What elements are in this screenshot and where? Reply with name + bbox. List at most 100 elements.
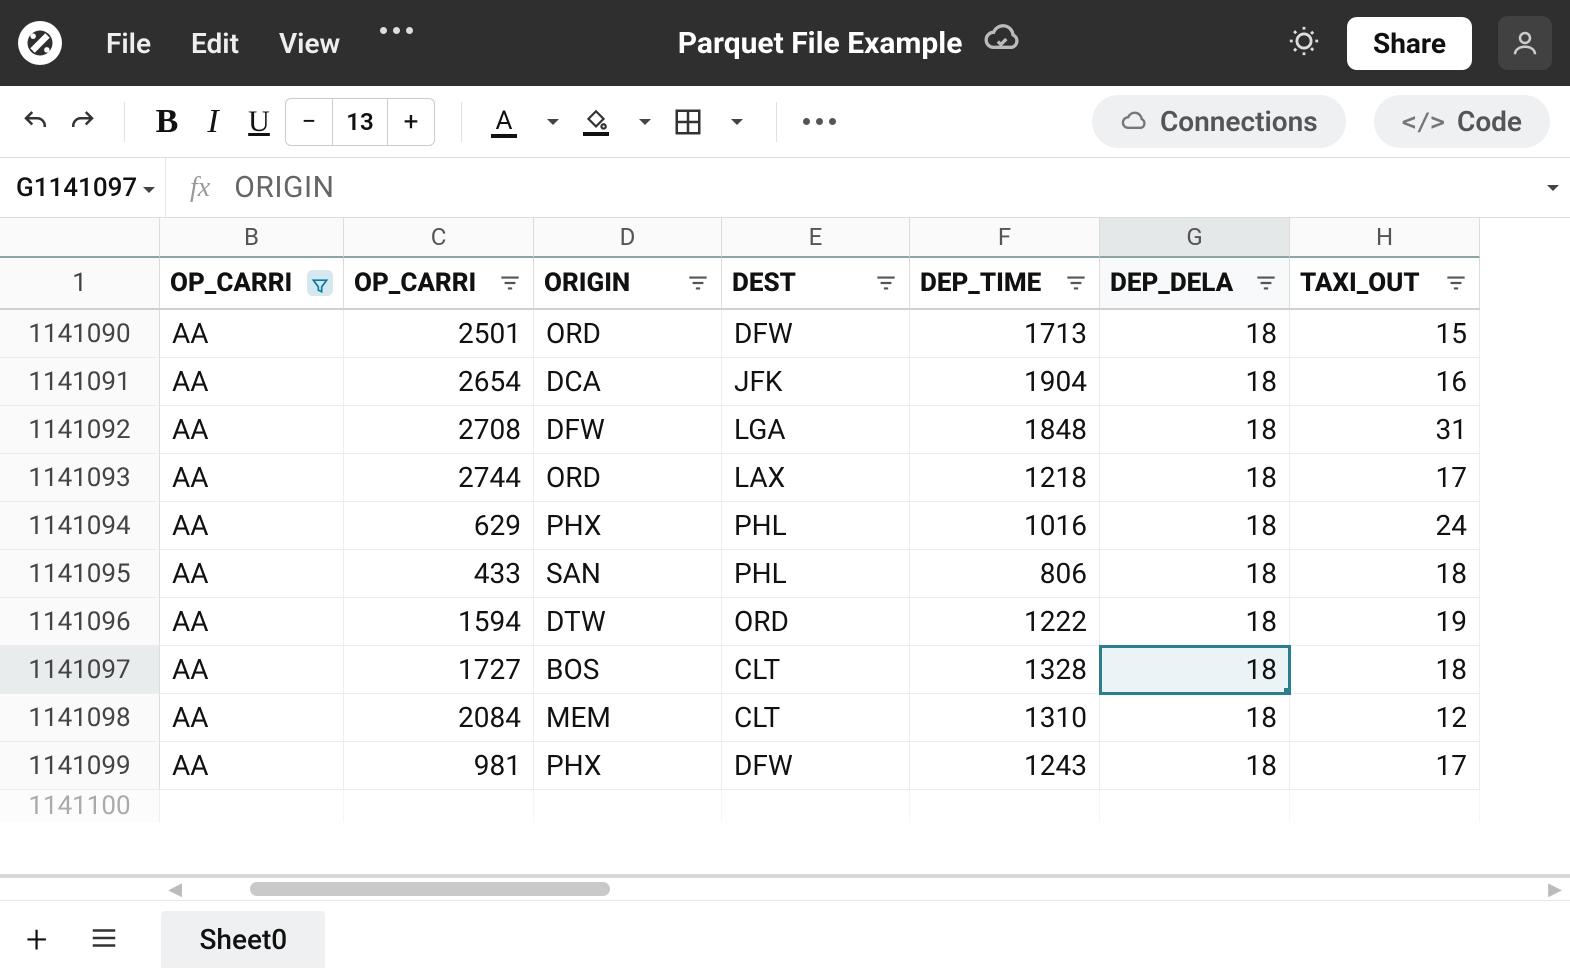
cell[interactable]: 17 bbox=[1290, 454, 1480, 502]
cell[interactable]: AA bbox=[160, 550, 344, 598]
row-header[interactable]: 1141098 bbox=[0, 694, 160, 742]
cell[interactable]: 19 bbox=[1290, 598, 1480, 646]
text-color-button[interactable]: A bbox=[488, 106, 520, 138]
cell[interactable]: 1848 bbox=[910, 406, 1100, 454]
cell[interactable]: AA bbox=[160, 454, 344, 502]
add-sheet-button[interactable]: + bbox=[26, 918, 47, 962]
cell[interactable]: 16 bbox=[1290, 358, 1480, 406]
row-header[interactable]: 1141095 bbox=[0, 550, 160, 598]
cell[interactable]: 1243 bbox=[910, 742, 1100, 790]
cell[interactable]: AA bbox=[160, 406, 344, 454]
column-header-G[interactable]: G bbox=[1100, 218, 1290, 258]
cell[interactable]: AA bbox=[160, 502, 344, 550]
redo-button[interactable] bbox=[66, 106, 98, 138]
bold-button[interactable]: B bbox=[151, 106, 183, 138]
cell[interactable]: 18 bbox=[1100, 406, 1290, 454]
field-header-F[interactable]: DEP_TIME bbox=[910, 258, 1100, 310]
cell[interactable]: LAX bbox=[722, 454, 910, 502]
cell[interactable]: AA bbox=[160, 598, 344, 646]
row-header[interactable]: 1141091 bbox=[0, 358, 160, 406]
cell[interactable]: 18 bbox=[1100, 742, 1290, 790]
cell[interactable]: AA bbox=[160, 646, 344, 694]
cell[interactable]: 18 bbox=[1100, 454, 1290, 502]
share-button[interactable]: Share bbox=[1347, 17, 1472, 70]
cell[interactable]: 31 bbox=[1290, 406, 1480, 454]
cell[interactable]: 2654 bbox=[344, 358, 534, 406]
cell[interactable]: 18 bbox=[1100, 310, 1290, 358]
cell[interactable]: 1727 bbox=[344, 646, 534, 694]
row-header[interactable]: 1141096 bbox=[0, 598, 160, 646]
filter-icon[interactable] bbox=[1063, 270, 1089, 296]
menu-view[interactable]: View bbox=[279, 27, 340, 60]
text-color-dropdown[interactable] bbox=[534, 106, 566, 138]
row-header[interactable]: 1141094 bbox=[0, 502, 160, 550]
cell[interactable]: ORD bbox=[534, 310, 722, 358]
cell[interactable]: 15 bbox=[1290, 310, 1480, 358]
cell[interactable]: 1328 bbox=[910, 646, 1100, 694]
cell[interactable]: AA bbox=[160, 694, 344, 742]
account-button[interactable] bbox=[1498, 16, 1552, 70]
field-header-C[interactable]: OP_CARRI bbox=[344, 258, 534, 310]
row-header-1[interactable]: 1 bbox=[0, 258, 160, 310]
filter-icon[interactable] bbox=[497, 270, 523, 296]
cell[interactable]: 18 bbox=[1100, 694, 1290, 742]
field-header-D[interactable]: ORIGIN bbox=[534, 258, 722, 310]
formula-input[interactable]: ORIGIN bbox=[234, 170, 1530, 205]
column-header-C[interactable]: C bbox=[344, 218, 534, 258]
cell[interactable]: 1222 bbox=[910, 598, 1100, 646]
cell[interactable]: 17 bbox=[1290, 742, 1480, 790]
filter-active-icon[interactable] bbox=[307, 270, 333, 296]
cell[interactable]: CLT bbox=[722, 646, 910, 694]
app-logo[interactable] bbox=[18, 21, 62, 65]
all-sheets-button[interactable] bbox=[89, 923, 119, 957]
cell[interactable]: PHX bbox=[534, 742, 722, 790]
cell[interactable]: 2708 bbox=[344, 406, 534, 454]
cell[interactable] bbox=[1100, 790, 1290, 822]
menu-file[interactable]: File bbox=[106, 27, 151, 60]
cell[interactable]: MEM bbox=[534, 694, 722, 742]
row-header[interactable]: 1141092 bbox=[0, 406, 160, 454]
undo-button[interactable] bbox=[20, 106, 52, 138]
document-title[interactable]: Parquet File Example bbox=[678, 26, 963, 61]
cell[interactable] bbox=[722, 790, 910, 822]
scroll-right-icon[interactable]: ▶ bbox=[1546, 880, 1564, 898]
filter-icon[interactable] bbox=[685, 270, 711, 296]
fill-color-dropdown[interactable] bbox=[626, 106, 658, 138]
cell[interactable]: DCA bbox=[534, 358, 722, 406]
cell[interactable]: DTW bbox=[534, 598, 722, 646]
sheet-tab[interactable]: Sheet0 bbox=[161, 911, 325, 968]
cell[interactable]: 1713 bbox=[910, 310, 1100, 358]
selection-handle[interactable] bbox=[1284, 688, 1290, 694]
cell[interactable]: 2744 bbox=[344, 454, 534, 502]
cell[interactable]: LGA bbox=[722, 406, 910, 454]
cell[interactable]: 1310 bbox=[910, 694, 1100, 742]
column-header-H[interactable]: H bbox=[1290, 218, 1480, 258]
formula-expand-icon[interactable] bbox=[1530, 182, 1570, 194]
cell[interactable]: 18 bbox=[1100, 358, 1290, 406]
scroll-track[interactable] bbox=[190, 882, 1540, 896]
cell[interactable]: ORD bbox=[534, 454, 722, 502]
cell[interactable] bbox=[534, 790, 722, 822]
row-header[interactable]: 1141097 bbox=[0, 646, 160, 694]
select-all-corner[interactable] bbox=[0, 218, 160, 258]
cell[interactable]: SAN bbox=[534, 550, 722, 598]
horizontal-scrollbar[interactable]: ◀ ▶ bbox=[0, 878, 1570, 900]
cell[interactable]: 18 bbox=[1290, 646, 1480, 694]
cell[interactable] bbox=[1290, 790, 1480, 822]
cell[interactable]: ORD bbox=[722, 598, 910, 646]
cell[interactable]: 18 bbox=[1100, 502, 1290, 550]
column-header-E[interactable]: E bbox=[722, 218, 910, 258]
cell[interactable] bbox=[910, 790, 1100, 822]
cloud-sync-icon[interactable] bbox=[982, 19, 1022, 67]
cell[interactable]: DFW bbox=[722, 310, 910, 358]
font-size-increase[interactable]: + bbox=[388, 99, 434, 145]
column-header-B[interactable]: B bbox=[160, 218, 344, 258]
cell[interactable]: 24 bbox=[1290, 502, 1480, 550]
menu-more[interactable] bbox=[380, 27, 413, 60]
connections-button[interactable]: Connections bbox=[1092, 95, 1346, 148]
cell[interactable]: 18 bbox=[1100, 550, 1290, 598]
cell-reference-box[interactable]: G1141097 bbox=[0, 158, 166, 217]
field-header-H[interactable]: TAXI_OUT bbox=[1290, 258, 1480, 310]
cell[interactable]: 433 bbox=[344, 550, 534, 598]
cell[interactable]: 1016 bbox=[910, 502, 1100, 550]
